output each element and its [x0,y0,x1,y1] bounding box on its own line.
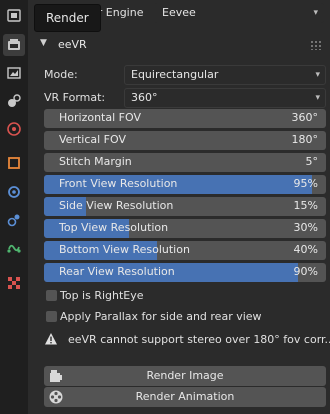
chevron-down-icon: ▾ [315,70,320,80]
horizontal-fov-label: Horizontal FOV [59,111,141,124]
render-image-button[interactable]: Render Image [44,366,326,386]
bottom-view-resolution-label: Bottom View Resolution [59,243,190,256]
front-view-resolution-slider[interactable]: Front View Resolution 95% [44,175,326,194]
warning-text: eeVR cannot support stereo over 180° fov… [68,333,330,346]
top-is-right-eye-checkbox[interactable]: Top is RightEye [44,287,326,305]
mode-dropdown[interactable]: Equirectangular ▾ [124,65,326,85]
vertical-fov-value: 180° [291,133,319,146]
horizontal-fov-field[interactable]: Horizontal FOV 360° [44,109,326,128]
render-icon[interactable] [3,34,25,56]
bottom-view-resolution-value: 40% [293,243,318,256]
vr-format-value: 360° [131,91,158,104]
scene-icon[interactable] [3,118,25,140]
vertical-fov-field[interactable]: Vertical FOV 180° [44,131,326,150]
texture-icon[interactable] [3,272,25,294]
top-view-resolution-label: Top View Resolution [59,221,169,234]
object-icon[interactable] [3,152,25,174]
chevron-down-icon: ▼ [40,38,47,48]
render-animation-button[interactable]: Render Animation [44,387,326,407]
mode-label: Mode: [44,68,78,81]
stitch-margin-value: 5° [305,155,319,168]
properties-panel: der Engine Eevee ▾ ▼ eeVR Mode: Equirect… [32,0,330,414]
render-engine-dropdown[interactable]: Eevee ▾ [154,3,324,23]
side-view-resolution-label: Side View Resolution [59,199,174,212]
physics-icon[interactable] [3,237,25,259]
chevron-down-icon: ▾ [313,8,318,18]
render-image-label: Render Image [146,369,224,382]
mode-row: Mode: Equirectangular ▾ [44,65,326,85]
properties-tab-bar [0,0,28,414]
tool-icon[interactable] [3,5,25,27]
drag-handle-icon[interactable] [310,40,322,50]
particles-icon[interactable] [3,209,25,231]
front-view-resolution-label: Front View Resolution [59,177,178,190]
top-view-resolution-slider[interactable]: Top View Resolution 30% [44,219,326,238]
top-view-resolution-value: 30% [293,221,318,234]
rear-view-resolution-slider[interactable]: Rear View Resolution 90% [44,263,326,282]
top-is-right-eye-label: Top is RightEye [60,289,144,302]
side-view-resolution-slider[interactable]: Side View Resolution 15% [44,197,326,216]
render-animation-label: Render Animation [135,390,235,403]
front-view-resolution-value: 95% [293,177,318,190]
checkbox-box[interactable] [46,290,57,301]
vr-format-label: VR Format: [44,91,106,104]
vr-format-row: VR Format: 360° ▾ [44,88,326,108]
stitch-margin-label: Stitch Margin [59,155,132,168]
apply-parallax-checkbox[interactable]: Apply Parallax for side and rear view [44,308,326,326]
apply-parallax-label: Apply Parallax for side and rear view [60,310,262,323]
warning-icon [45,333,57,345]
render-tab-tooltip: Render [34,4,101,32]
checkbox-box[interactable] [46,311,57,322]
output-icon[interactable] [3,62,25,84]
eevr-panel-header[interactable]: ▼ eeVR [34,34,326,56]
rear-view-resolution-label: Rear View Resolution [59,265,175,278]
side-view-resolution-value: 15% [293,199,318,212]
stereo-warning: eeVR cannot support stereo over 180° fov… [44,330,330,350]
modifier-icon[interactable] [3,181,25,203]
chevron-down-icon: ▾ [315,93,320,103]
mode-value: Equirectangular [131,68,219,81]
vertical-fov-label: Vertical FOV [59,133,126,146]
rear-view-resolution-value: 90% [293,265,318,278]
horizontal-fov-value: 360° [291,111,319,124]
view-layer-icon[interactable] [3,90,25,112]
panel-title: eeVR [58,38,87,51]
stitch-margin-field[interactable]: Stitch Margin 5° [44,153,326,172]
render-engine-value: Eevee [162,6,196,19]
vr-format-dropdown[interactable]: 360° ▾ [124,88,326,108]
bottom-view-resolution-slider[interactable]: Bottom View Resolution 40% [44,241,326,260]
